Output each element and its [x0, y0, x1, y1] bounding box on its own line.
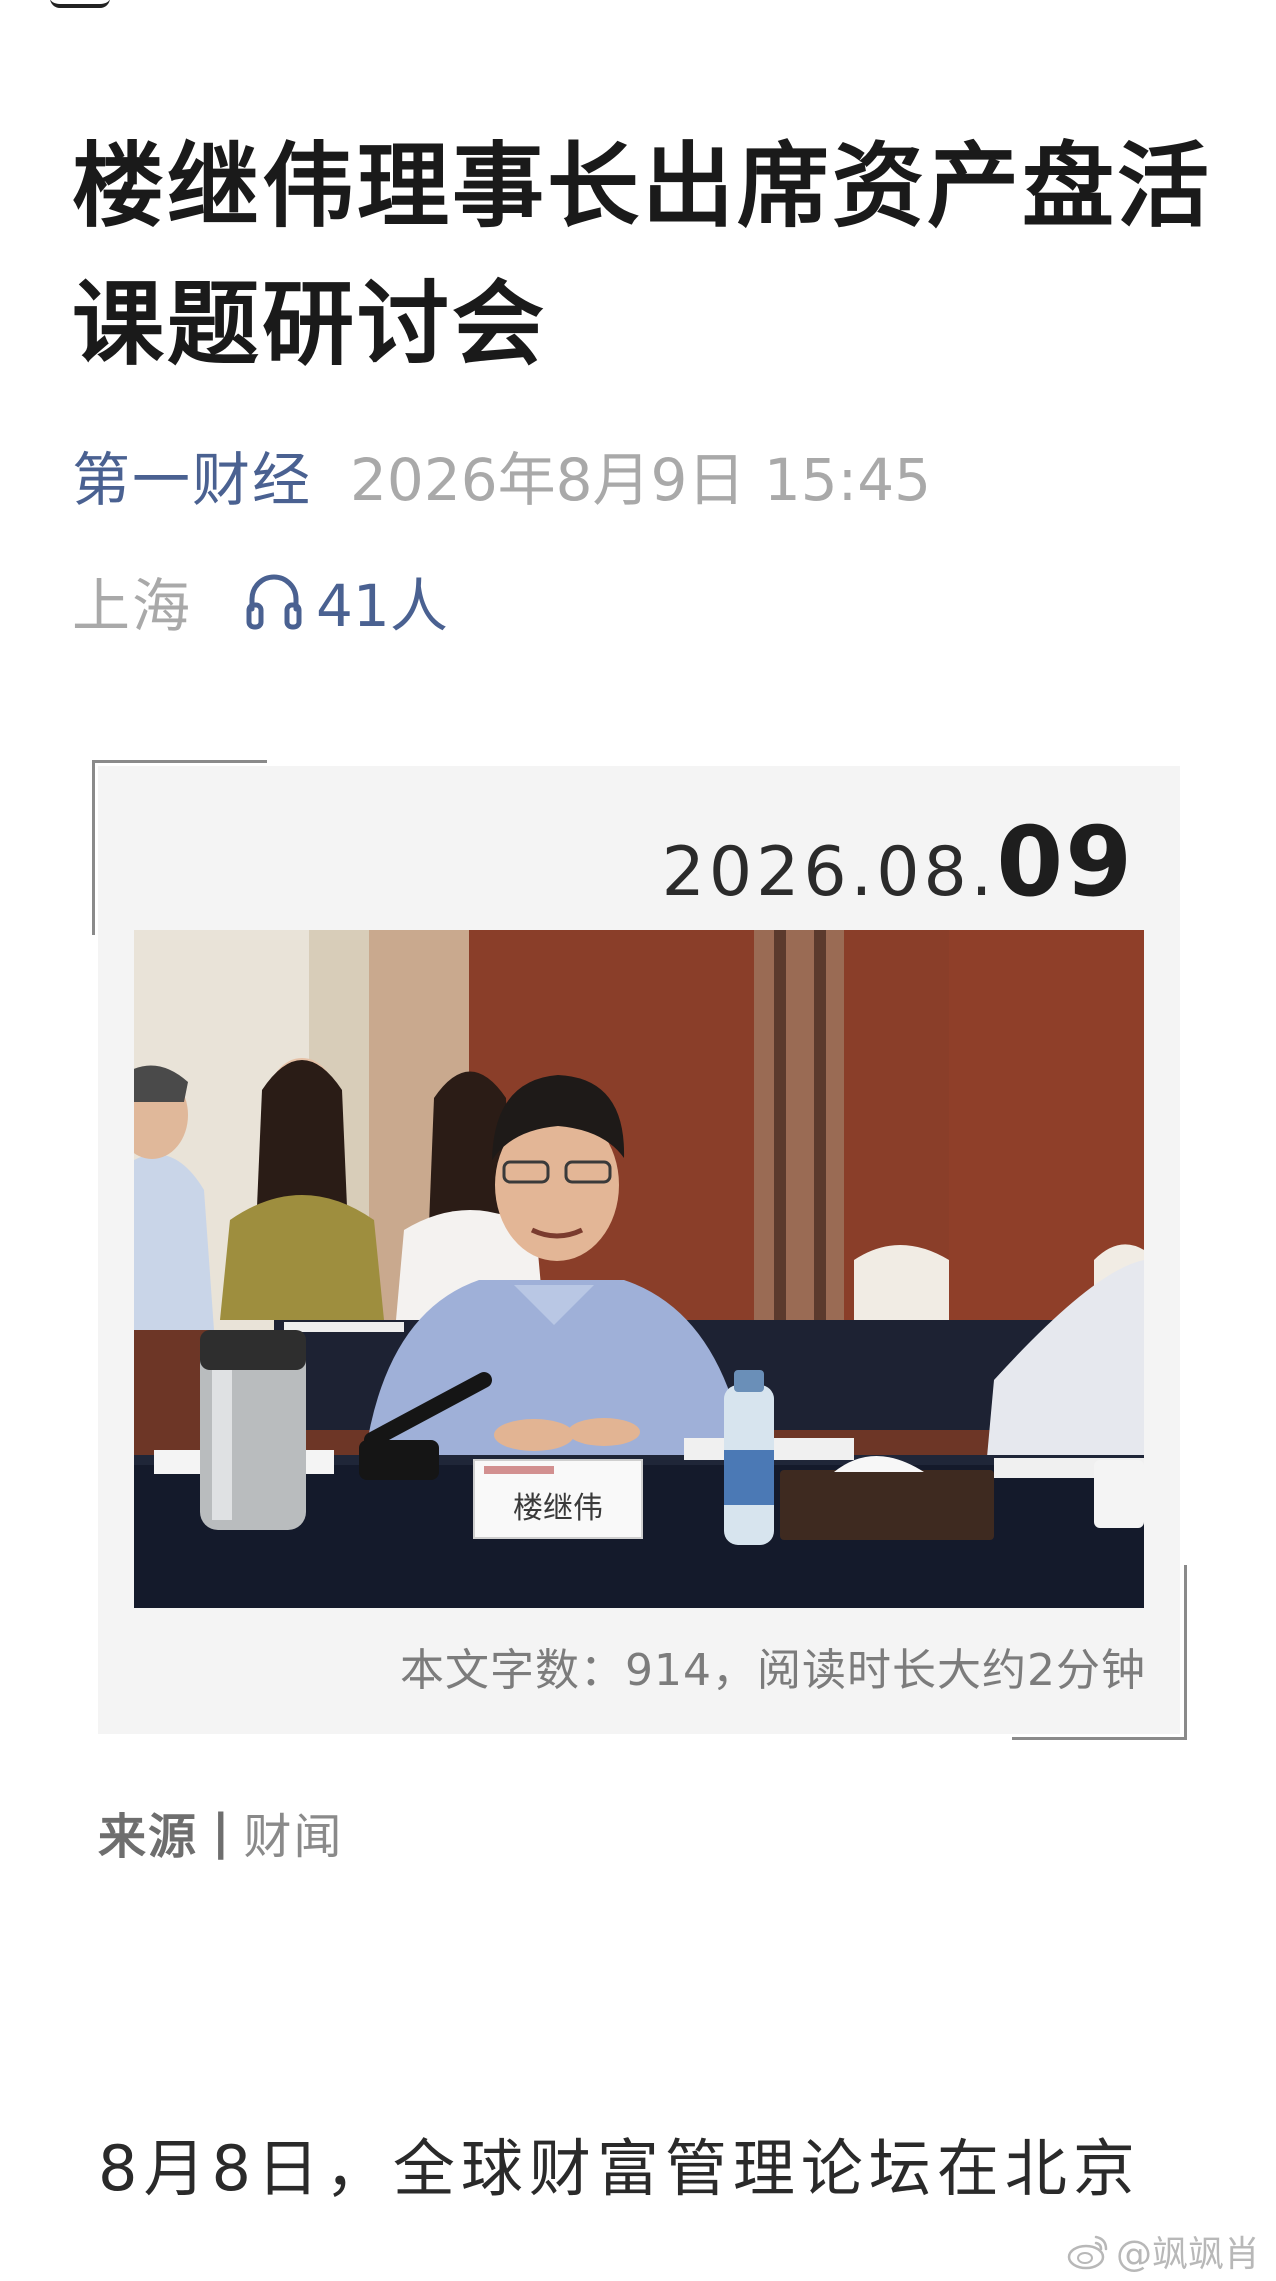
card-date: 2026.08.09	[662, 806, 1134, 918]
article-title: 楼继伟理事长出席资产盘活课题研讨会	[72, 133, 1213, 378]
nameplate-text: 楼继伟	[513, 1491, 603, 1526]
listener-count[interactable]: 41人	[316, 559, 448, 643]
article-meta-secondary: 上海 41人	[72, 566, 448, 640]
source-value: 财闻	[243, 1809, 344, 1865]
headphones-icon[interactable]	[244, 569, 304, 633]
source-name-link[interactable]: 第一财经	[72, 433, 312, 517]
article-body-first-line: 8月8日，全球财富管理论坛在北京	[98, 2132, 1141, 2205]
watermark-text: @飒飒肖	[1115, 2234, 1260, 2275]
weibo-icon	[1067, 2235, 1108, 2270]
source-attribution: 来源 | 财闻	[98, 1800, 344, 1865]
card-date-prefix: 2026.08.	[661, 833, 997, 912]
top-decoration	[50, 0, 110, 8]
source-separator: |	[212, 1804, 230, 1860]
location: 上海	[72, 572, 193, 640]
source-label: 来源	[98, 1809, 199, 1865]
watermark: @飒飒肖	[1066, 2226, 1260, 2276]
article-meta: 第一财经 2026年8月9日 15:45	[72, 440, 931, 514]
cover-photo[interactable]: 楼继伟	[134, 930, 1144, 1608]
card-date-day: 09	[996, 806, 1134, 918]
card-corner-bottom-right	[1012, 1565, 1187, 1740]
publish-time: 2026年8月9日 15:45	[350, 446, 932, 514]
